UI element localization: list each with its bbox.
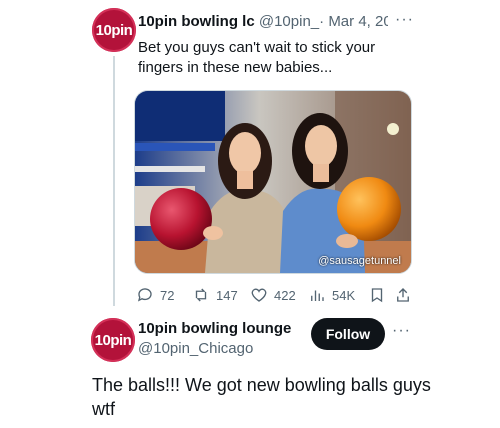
avatar[interactable]: 10pin [91, 318, 135, 362]
quote-text: The balls!!! We got new bowling balls gu… [92, 373, 472, 421]
media-watermark: @sausagetunnel [318, 255, 401, 267]
quote-text-line: wtf [92, 399, 116, 419]
media-photo [135, 91, 411, 273]
author-handle[interactable]: @10pin_· [259, 13, 324, 30]
reply-count: 72 [160, 287, 175, 303]
author-handle[interactable]: @10pin_Chicago [138, 340, 253, 357]
tweet-text-line: Bet you guys can't wait to stick your [138, 39, 376, 56]
bookmark-icon [371, 288, 383, 303]
avatar-label: 10pin [95, 21, 133, 39]
tweet-text: Bet you guys can't wait to stick your fi… [138, 38, 438, 78]
like-count: 422 [274, 287, 296, 303]
follow-button[interactable]: Follow [311, 318, 385, 350]
more-options-icon[interactable]: ··· [392, 322, 411, 340]
tweet-header: 10pin bowling lc @10pin_· Mar 4, 2015 [138, 13, 388, 30]
tweet-text-line: fingers in these new babies... [138, 59, 333, 76]
author-name[interactable]: 10pin bowling lounge [138, 320, 291, 337]
reply-icon [137, 288, 152, 302]
share-button[interactable] [394, 286, 412, 304]
reply-button[interactable]: 72 [136, 286, 174, 304]
thread-line [113, 56, 115, 306]
more-options-icon[interactable]: ··· [395, 11, 414, 29]
views-icon [311, 290, 324, 301]
author-name[interactable]: 10pin bowling lc [138, 13, 255, 30]
retweet-count: 147 [216, 287, 238, 303]
avatar[interactable]: 10pin [92, 8, 136, 52]
avatar-label: 10pin [94, 331, 132, 349]
like-button[interactable]: 422 [250, 286, 296, 304]
tweet-media-image[interactable]: @sausagetunnel [134, 90, 412, 274]
heart-icon [251, 288, 267, 302]
views-button[interactable]: 54K [308, 286, 355, 304]
retweet-button[interactable]: 147 [192, 286, 238, 304]
tweet-date[interactable]: Mar 4, 2015 [328, 13, 388, 30]
views-count: 54K [332, 287, 356, 303]
share-icon [397, 288, 409, 302]
quote-text-line: The balls!!! We got new bowling balls gu… [92, 375, 431, 395]
retweet-icon [195, 288, 207, 302]
bookmark-button[interactable] [368, 286, 386, 304]
